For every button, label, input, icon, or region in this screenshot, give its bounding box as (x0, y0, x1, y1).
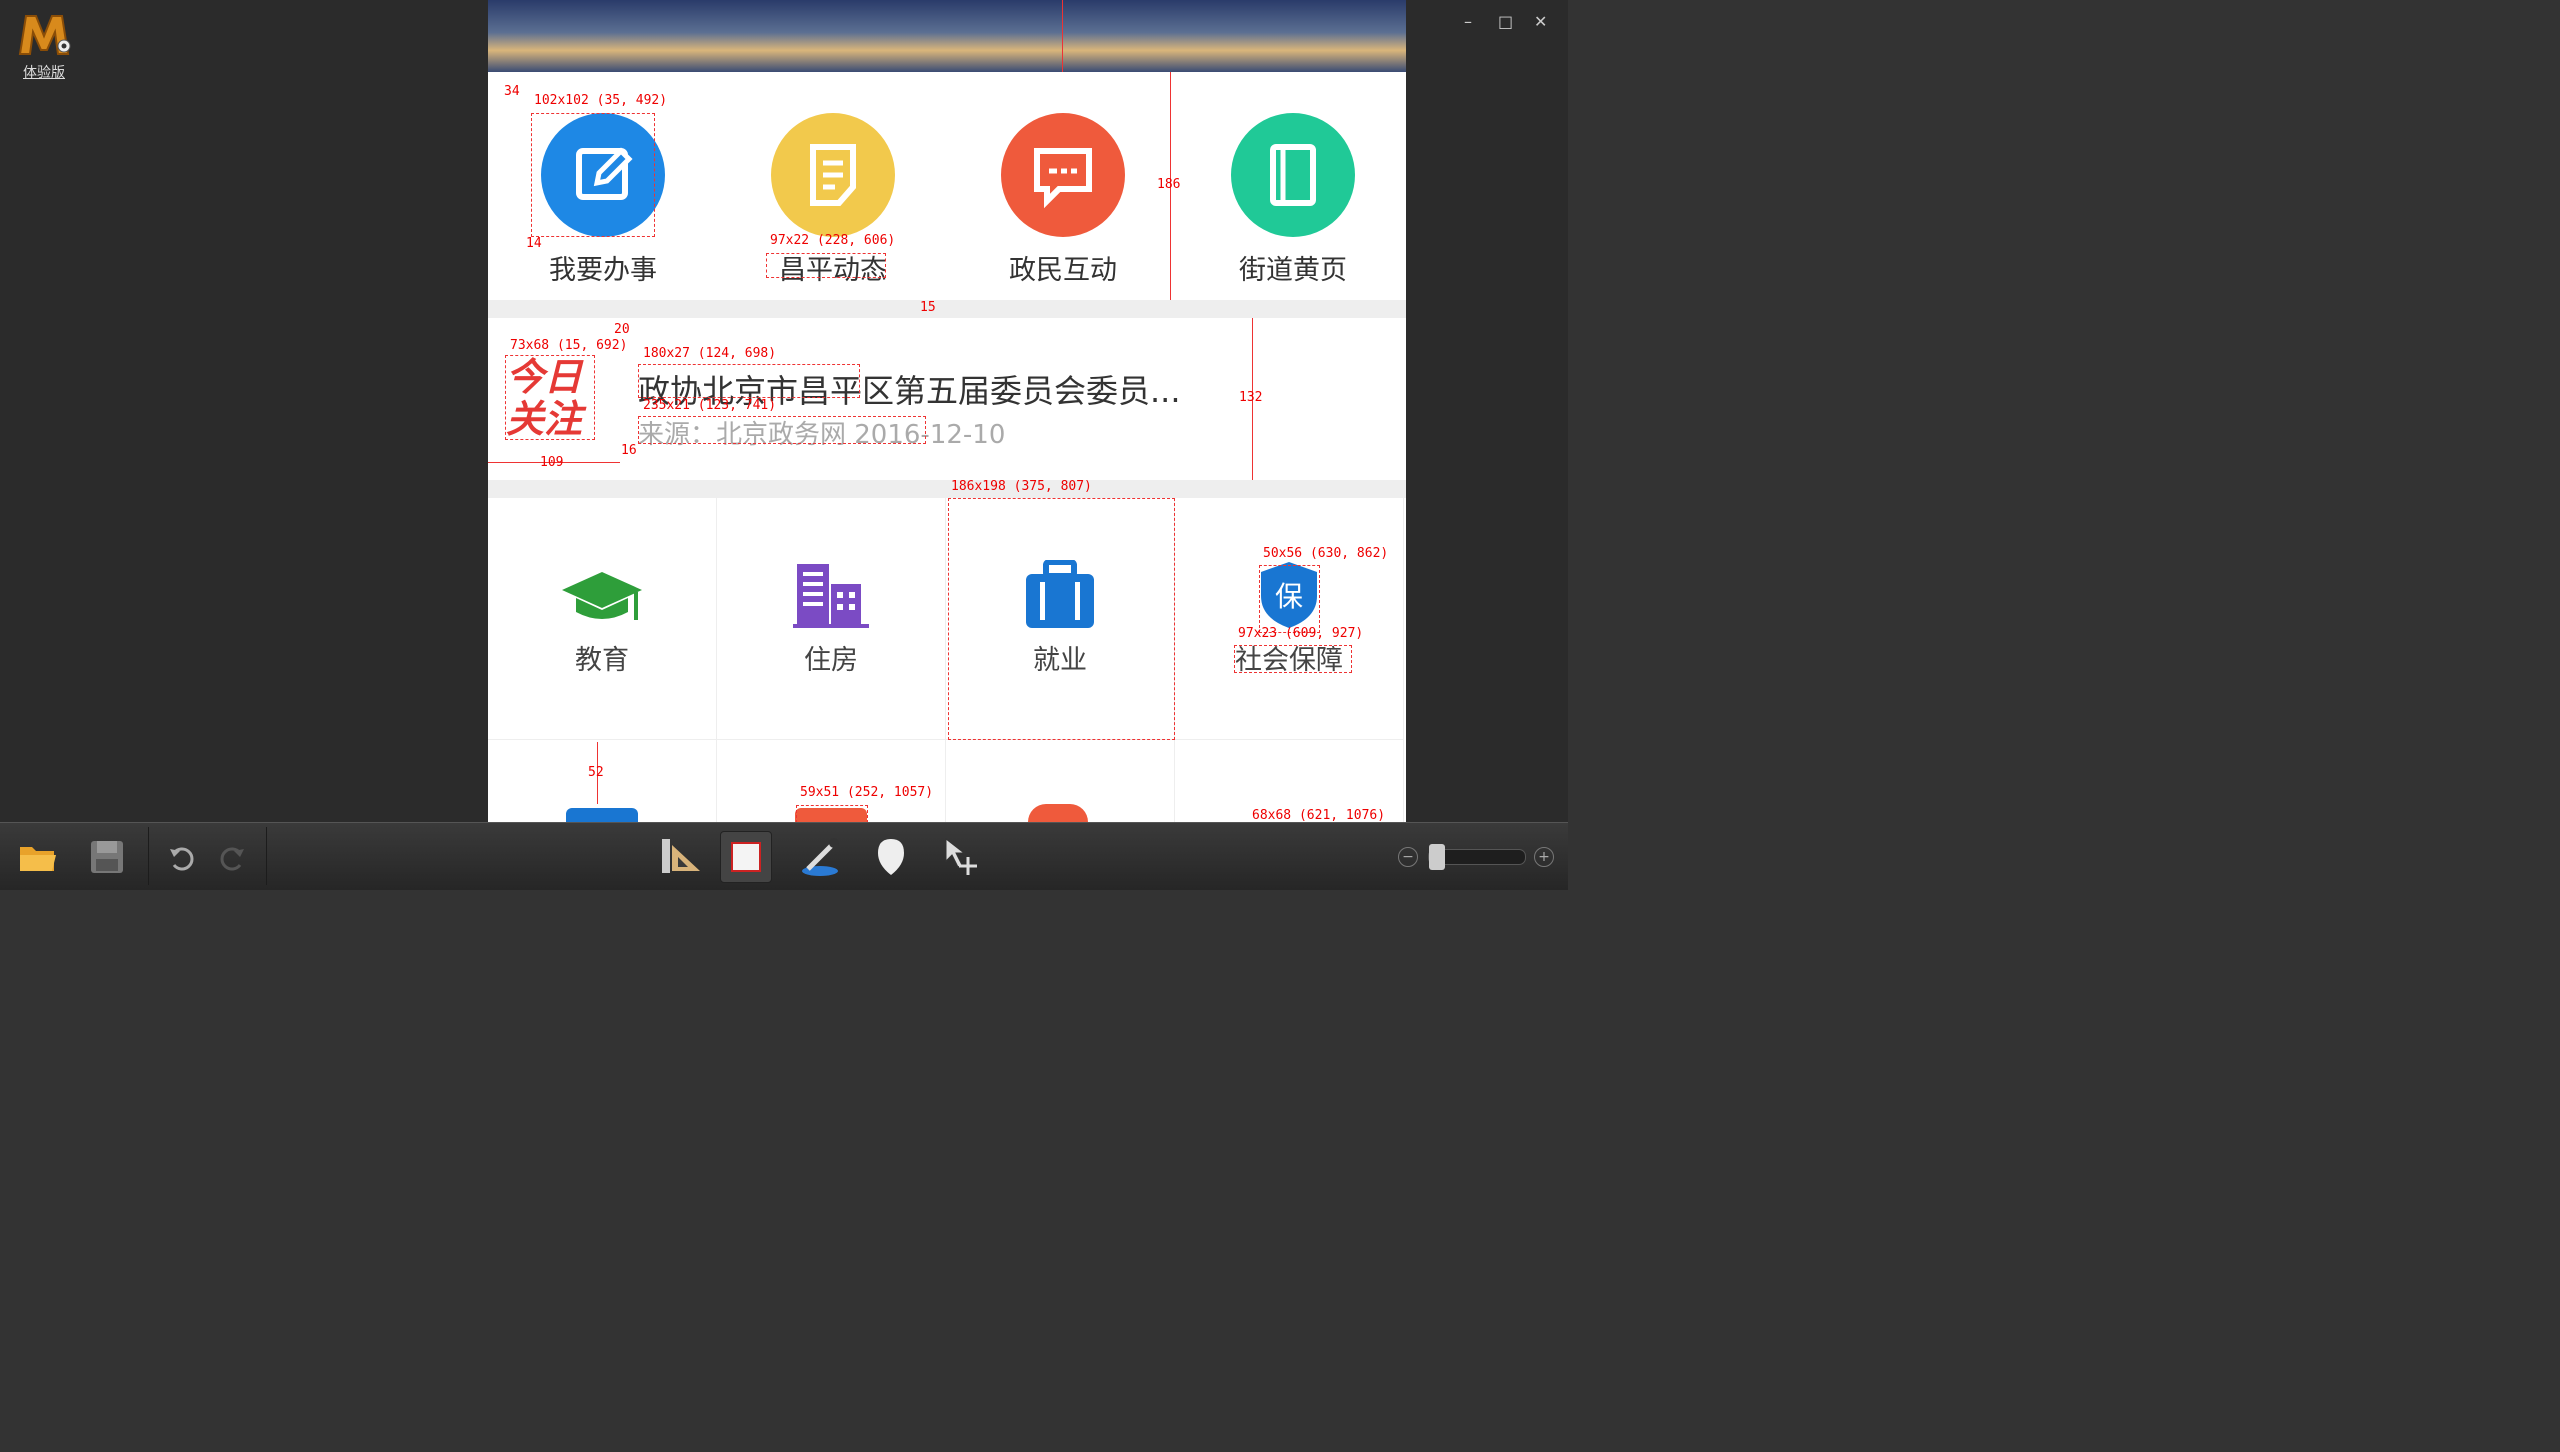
measure-label: 34 (504, 84, 520, 99)
service-education[interactable]: 教育 (488, 498, 717, 740)
edition-label[interactable]: 体验版 (14, 62, 74, 82)
logo-m-icon (18, 15, 71, 55)
building-icon (793, 564, 869, 628)
measure-box (766, 253, 886, 278)
color-picker-button[interactable] (796, 831, 846, 881)
measure-label: 97x22 (228, 606) (770, 233, 896, 248)
measure-line (1062, 0, 1063, 72)
save-icon (91, 841, 123, 873)
zoom-slider-handle[interactable] (1429, 844, 1445, 870)
measure-label: 20 (614, 322, 630, 337)
zoom-in-button[interactable]: + (1534, 847, 1554, 867)
toolbar-separator (266, 827, 267, 885)
service-cell[interactable] (946, 740, 1175, 822)
measure-label: 16 (621, 443, 637, 458)
measure-label: 186 (1157, 177, 1181, 192)
redo-button[interactable] (208, 831, 258, 881)
measure-label: 186x198 (375, 807) (951, 479, 1092, 494)
marker-tool-button[interactable] (866, 831, 916, 881)
measure-label: 132 (1239, 390, 1263, 405)
measure-label: 52 (588, 765, 604, 780)
measure-label: 73x68 (15, 692) (510, 338, 628, 353)
close-button[interactable]: ✕ (1534, 12, 1547, 31)
redo-icon (220, 847, 244, 871)
measure-label: 97x23 (609, 927) (1238, 626, 1364, 641)
measure-label: 235x21 (123, 741) (643, 398, 777, 413)
measure-box (796, 805, 868, 823)
measure-box (638, 416, 926, 444)
chat-icon (1001, 113, 1125, 237)
move-tool-button[interactable] (936, 831, 986, 881)
zoom-slider[interactable] (1428, 844, 1526, 870)
toolbar-separator (148, 827, 149, 885)
tile-directory[interactable]: 街道黄页 (1178, 72, 1406, 300)
graduation-cap-icon (562, 572, 642, 620)
measure-label: 15 (920, 300, 936, 315)
measure-label: 59x51 (252, 1057) (800, 785, 934, 800)
undo-icon (170, 847, 194, 871)
tile-label: 街道黄页 (1239, 255, 1347, 286)
ruler-tool-button[interactable] (656, 831, 706, 881)
open-folder-button[interactable] (12, 831, 62, 881)
marker-icon (878, 839, 904, 875)
minimize-button[interactable]: – (1464, 12, 1472, 31)
ruler-icon (662, 839, 700, 873)
service-label: 教育 (575, 645, 629, 676)
service-label: 住房 (804, 645, 858, 676)
measure-box (505, 355, 595, 440)
maximize-button[interactable]: □ (1498, 12, 1513, 31)
service-cell[interactable] (488, 740, 717, 822)
book-icon (1231, 113, 1355, 237)
save-button[interactable] (82, 831, 132, 881)
app-window: 体验版 – □ ✕ 我要办事 昌平动态 政民互动 街道黄页 今日 关注 政协北京… (0, 0, 1568, 890)
app-logo[interactable]: 体验版 (14, 10, 74, 82)
banner-image (488, 0, 1406, 72)
service-housing[interactable]: 住房 (717, 498, 946, 740)
measure-label: 14 (526, 236, 542, 251)
undo-button[interactable] (156, 831, 206, 881)
measure-box (1259, 565, 1320, 633)
rectangle-icon (731, 842, 761, 872)
section-divider (488, 480, 1406, 498)
measure-box (1234, 645, 1352, 673)
measure-label: 109 (540, 455, 564, 470)
measure-box (531, 113, 655, 237)
move-icon (945, 837, 977, 875)
eyedropper-icon (802, 838, 839, 876)
partial-icon (1028, 804, 1088, 822)
rectangle-tool-button[interactable] (720, 831, 772, 883)
tile-interaction[interactable]: 政民互动 (948, 72, 1178, 300)
measure-box (638, 364, 860, 398)
partial-icon (566, 808, 638, 822)
measure-box (948, 498, 1175, 740)
tile-label: 政民互动 (1009, 255, 1117, 286)
section-divider (488, 300, 1406, 318)
measure-label: 68x68 (621, 1076) (1252, 808, 1386, 823)
measure-label: 50x56 (630, 862) (1263, 546, 1389, 561)
bottom-toolbar: − + (0, 822, 1568, 890)
zoom-out-button[interactable]: − (1398, 847, 1418, 867)
document-icon (771, 113, 895, 237)
tile-label: 我要办事 (549, 255, 657, 286)
folder-icon (20, 847, 56, 871)
measure-label: 102x102 (35, 492) (534, 93, 668, 108)
measure-label: 180x27 (124, 698) (643, 346, 777, 361)
